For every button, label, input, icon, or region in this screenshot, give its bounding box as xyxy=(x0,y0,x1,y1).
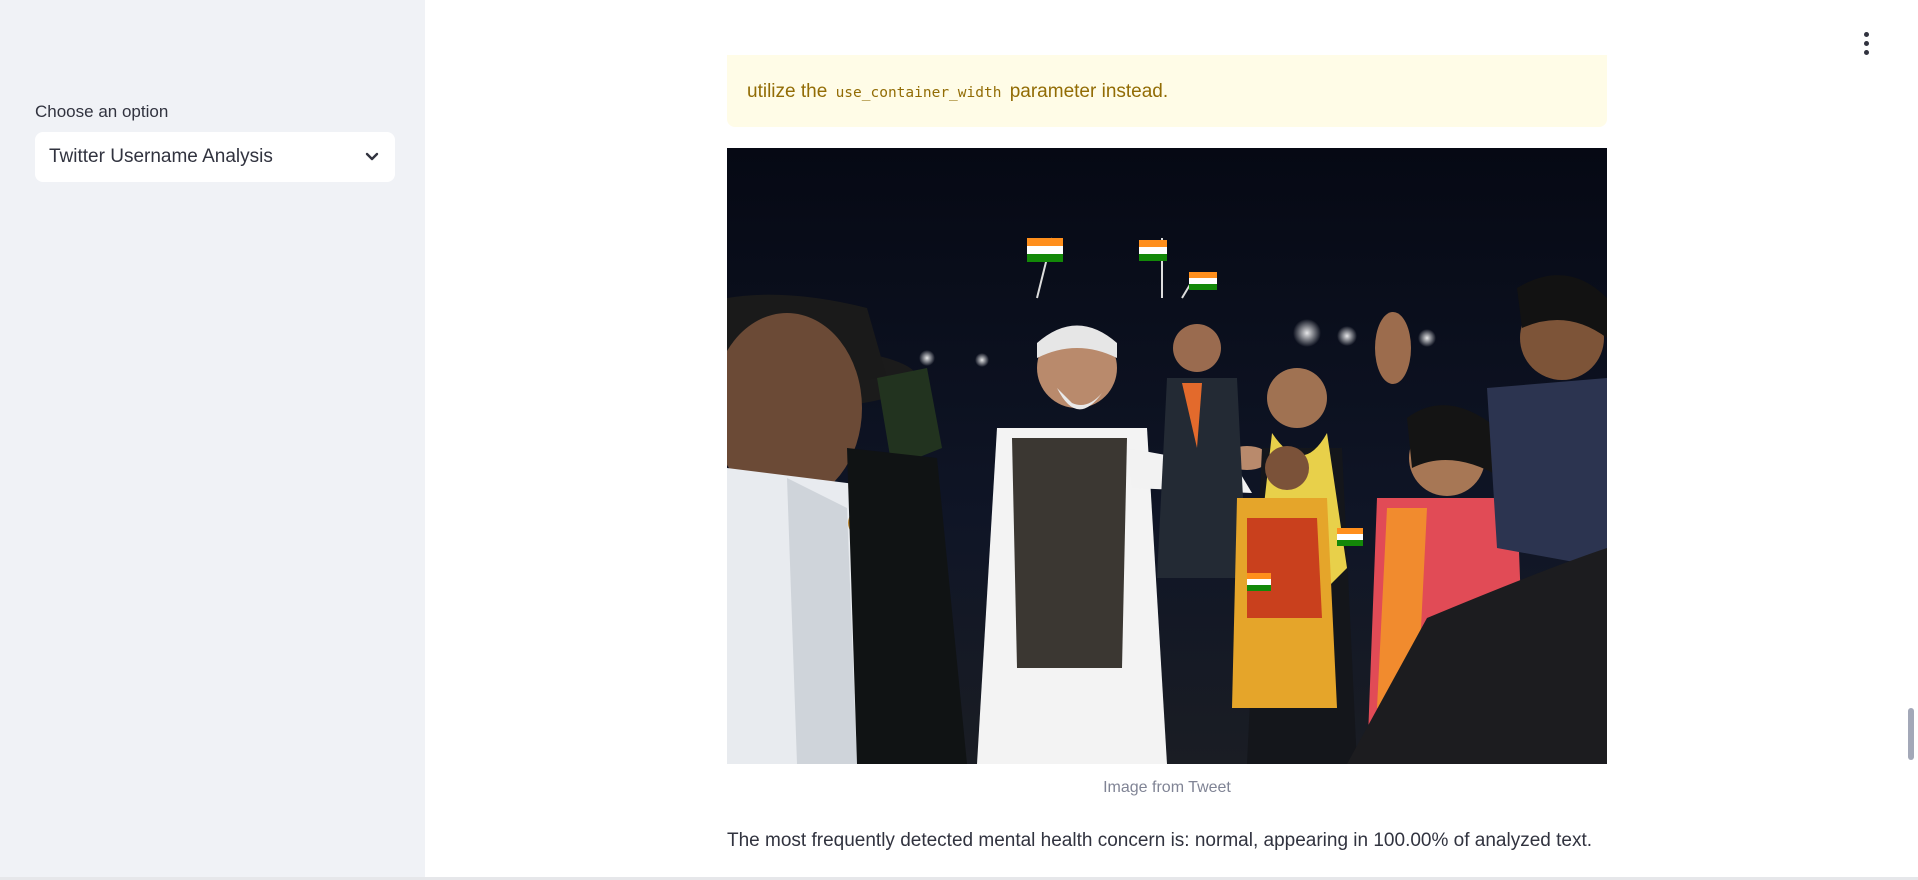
select-value: Twitter Username Analysis xyxy=(49,146,273,167)
sidebar: Choose an option Twitter Username Analys… xyxy=(0,0,425,880)
kebab-menu-icon[interactable] xyxy=(1854,30,1878,56)
scrollbar-thumb[interactable] xyxy=(1908,708,1914,760)
deprecation-warning: utilize the use_container_width paramete… xyxy=(727,55,1607,127)
warning-code: use_container_width xyxy=(835,85,1002,101)
option-select[interactable]: Twitter Username Analysis xyxy=(35,132,395,182)
tweet-image xyxy=(727,148,1607,764)
analysis-result-text: The most frequently detected mental heal… xyxy=(727,830,1593,851)
main-content: utilize the use_container_width paramete… xyxy=(425,0,1918,880)
app-root: Choose an option Twitter Username Analys… xyxy=(0,0,1918,880)
warning-text: utilize the use_container_width paramete… xyxy=(747,81,1168,103)
warning-suffix: parameter instead. xyxy=(1009,81,1169,102)
image-caption: Image from Tweet xyxy=(1103,779,1231,796)
select-label: Choose an option xyxy=(35,102,169,121)
chevron-down-icon xyxy=(363,148,381,166)
warning-prefix: utilize the xyxy=(747,81,828,102)
